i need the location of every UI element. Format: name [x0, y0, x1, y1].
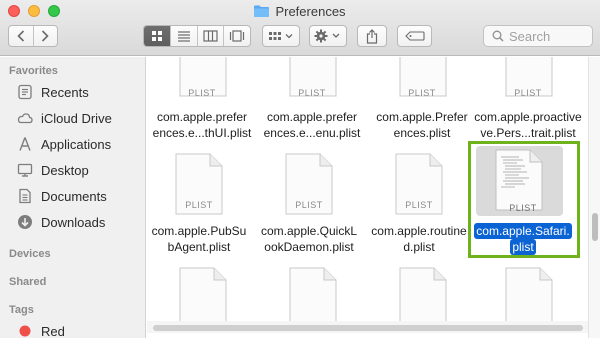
sidebar-item-recents[interactable]: Recents: [17, 82, 89, 102]
file-grid: PLIST com.apple.prefer ences.e...thUI.pl…: [147, 57, 588, 338]
file-name-line1[interactable]: com.apple.PubSu: [147, 223, 254, 239]
horizontal-scrollbar[interactable]: [147, 321, 588, 333]
sidebar-item-label: Documents: [41, 188, 107, 204]
sidebar-item-label: Red: [41, 323, 65, 338]
sidebar-header-shared: Shared: [9, 276, 47, 288]
sidebar-item-tag-red[interactable]: Red: [17, 321, 65, 338]
plist-file-icon[interactable]: [399, 267, 447, 329]
window-title-text: Preferences: [275, 3, 346, 19]
sidebar: Favorites Recents iCloud Drive Applicati…: [0, 57, 146, 338]
icon-view-button[interactable]: [144, 26, 171, 46]
plist-file-icon[interactable]: [505, 267, 553, 329]
sidebar-header-devices: Devices: [9, 248, 51, 260]
tag-icon: [404, 31, 425, 41]
file-name-line1[interactable]: com.apple.QuickL: [254, 223, 364, 239]
file-type-label: PLIST: [188, 88, 216, 98]
desktop-icon: [17, 162, 33, 178]
cloud-icon: [17, 110, 33, 126]
recents-icon: [17, 84, 33, 100]
downloads-icon: [17, 214, 33, 230]
chevron-right-icon: [42, 30, 50, 42]
file-name-line1[interactable]: com.apple.prefer: [147, 109, 257, 125]
gear-icon: [314, 29, 340, 43]
share-icon: [366, 28, 378, 44]
sidebar-header-favorites: Favorites: [9, 65, 58, 77]
title-bar: Preferences Search: [0, 0, 600, 56]
file-name-line1[interactable]: com.apple.routine: [364, 223, 474, 239]
highlight-annotation-box: [468, 141, 580, 258]
folder-icon: [254, 5, 270, 17]
arrange-button[interactable]: [262, 25, 300, 47]
sidebar-item-applications[interactable]: Applications: [17, 134, 111, 154]
file-name-line1[interactable]: com.apple.Prefer: [367, 109, 477, 125]
file-name-line2[interactable]: ences.e...thUI.plist: [147, 125, 257, 141]
file-name-line2[interactable]: ences.e...enu.plist: [257, 125, 367, 141]
file-type-label: PLIST: [408, 88, 436, 98]
sidebar-item-label: Downloads: [41, 214, 106, 230]
applications-icon: [17, 136, 33, 152]
action-menu-button[interactable]: [309, 25, 347, 47]
search-field[interactable]: Search: [483, 25, 593, 47]
sidebar-item-label: iCloud Drive: [41, 110, 112, 126]
file-name-line2[interactable]: bAgent.plist: [147, 239, 254, 255]
gallery-view-button[interactable]: [223, 26, 250, 46]
plist-file-icon[interactable]: [289, 267, 337, 329]
view-mode-selector: [143, 25, 251, 47]
share-button[interactable]: [357, 25, 387, 47]
file-name-line2[interactable]: ve.Pers...trait.plist: [473, 125, 583, 141]
file-name-line2[interactable]: d.plist: [364, 239, 474, 255]
window-title: Preferences: [0, 3, 600, 19]
documents-icon: [17, 188, 33, 204]
file-type-label: PLIST: [298, 88, 326, 98]
vertical-scrollbar[interactable]: [588, 57, 600, 338]
file-name-line2[interactable]: ences.plist: [367, 125, 477, 141]
sidebar-item-label: Applications: [41, 136, 112, 152]
sidebar-item-icloud-drive[interactable]: iCloud Drive: [17, 108, 112, 128]
list-icon: [178, 31, 191, 42]
red-tag-dot-icon: [17, 323, 33, 338]
sidebar-item-desktop[interactable]: Desktop: [17, 160, 89, 180]
file-name-line2[interactable]: ookDaemon.plist: [254, 239, 364, 255]
chevron-left-icon: [17, 30, 25, 42]
file-type-label: PLIST: [185, 200, 213, 210]
sidebar-item-label: Recents: [41, 84, 89, 100]
sidebar-item-label: Desktop: [41, 162, 89, 178]
search-placeholder: Search: [509, 28, 551, 44]
column-view-button[interactable]: [196, 26, 224, 46]
sidebar-item-downloads[interactable]: Downloads: [17, 212, 105, 232]
arrange-grid-icon: [269, 32, 293, 40]
forward-button[interactable]: [32, 26, 57, 46]
file-type-label: PLIST: [405, 200, 433, 210]
search-icon: [492, 30, 504, 42]
icon-grid-icon: [152, 31, 163, 41]
file-name-line1[interactable]: com.apple.proactive: [473, 109, 583, 125]
plist-file-icon[interactable]: [179, 267, 227, 329]
file-type-label: PLIST: [514, 88, 542, 98]
gallery-icon: [230, 30, 245, 42]
file-type-label: PLIST: [295, 200, 323, 210]
list-view-button[interactable]: [170, 26, 197, 46]
back-button[interactable]: [9, 26, 33, 46]
tags-button[interactable]: [397, 25, 432, 47]
horizontal-scroll-thumb[interactable]: [153, 325, 583, 331]
file-name-line1[interactable]: com.apple.prefer: [257, 109, 367, 125]
columns-icon: [203, 30, 218, 42]
navigation-buttons: [8, 25, 58, 47]
sidebar-item-documents[interactable]: Documents: [17, 186, 107, 206]
sidebar-header-tags: Tags: [9, 304, 34, 316]
vertical-scroll-thumb[interactable]: [592, 213, 598, 241]
